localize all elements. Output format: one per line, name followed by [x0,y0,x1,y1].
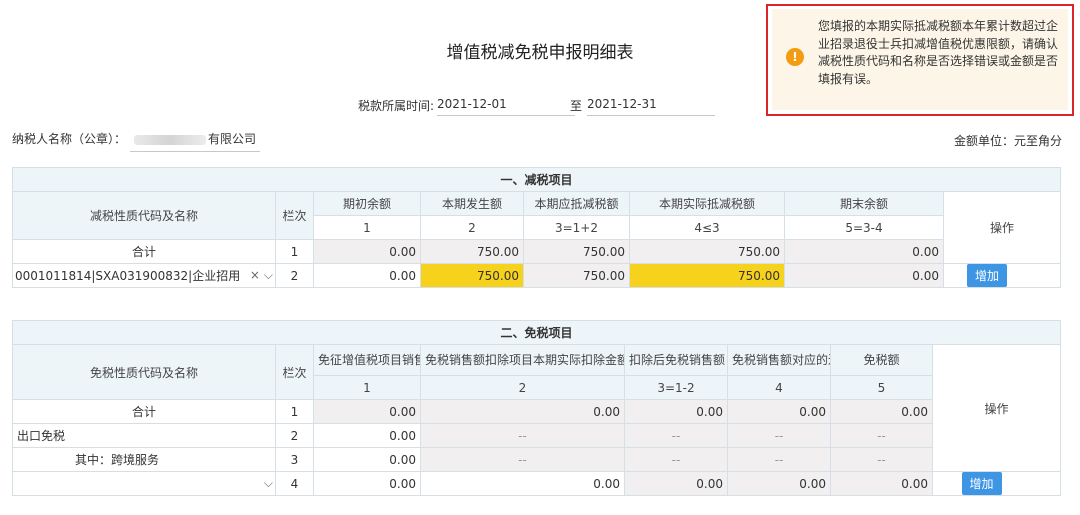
total-label: 合计 [12,239,276,264]
exemption-formula: 4 [727,375,831,400]
reduction-col-header: 本期应抵减税额 [523,191,630,216]
chevron-down-icon[interactable]: ⌵ [264,476,273,491]
line-number: 2 [275,263,314,288]
alert-message: 您填报的本期实际抵减税额本年累计数超过企业招录退役士兵扣减增值税优惠限额，请确认… [818,19,1059,86]
total-actual-deduction: 750.00 [629,239,785,264]
deductible-amount: 750.00 [523,263,630,288]
reduction-item-row: 0001011814|SXA031900832|企业招用 × ⌵ 2 0.00 7… [12,263,1062,288]
period-start-input[interactable]: 2021-12-01 [437,97,575,116]
exemption-formula: 1 [313,375,421,400]
exemption-value: 0.00 [727,471,831,496]
export-exemption-row: 出口免税 2 0.00 -- -- -- -- [12,423,1061,448]
reduction-op-header: 操作 [942,191,1062,264]
alert-body: ! 您填报的本期实际抵减税额本年累计数超过企业招录退役士兵扣减增值税优惠限额，请… [772,9,1068,110]
reduction-section-title: 一、减税项目 [11,167,1062,192]
chevron-down-icon[interactable]: ⌵ [264,268,273,282]
total-deductible: 750.00 [523,239,630,264]
exemption-value: 0.00 [420,399,625,424]
deduction-amount-input[interactable]: 0.00 [420,471,625,496]
period-label: 税款所属时间: [358,99,435,113]
exemption-value: -- [624,423,728,448]
taxpayer-label: 纳税人名称（公章）： [12,132,127,146]
reduction-formula: 4≤3 [629,215,785,240]
total-current-amount: 750.00 [420,239,524,264]
reduction-op-cell: 增加 [942,263,1062,288]
reduction-code-value: 0001011814|SXA031900832|企业招用 [15,269,241,283]
exemption-total-row: 合计 1 0.00 0.00 0.00 0.00 0.00 [12,399,1061,424]
exemption-sales-input[interactable]: 0.00 [313,471,421,496]
add-button[interactable]: 增加 [967,264,1008,287]
exemption-col-header: 免税销售额扣除项目本期实际扣除金额 [420,344,625,376]
exemption-op-cell: 增加 [931,471,1062,496]
exemption-col-header: 免税额 [830,344,933,376]
reduction-name-header: 减税性质代码及名称 [12,191,276,240]
cross-border-row: 其中：跨境服务 3 0.00 -- -- -- -- [12,447,1061,472]
reduction-line-header: 栏次 [275,191,314,240]
line-number: 2 [275,423,314,448]
exemption-formula: 2 [420,375,625,400]
exemption-value: 0.00 [830,471,933,496]
add-button[interactable]: 增加 [961,472,1002,495]
row-label: 其中：跨境服务 [12,447,276,472]
period-to-label: 至 [570,99,583,113]
amount-unit: 金额单位：元至角分 [953,134,1062,148]
closing-balance: 0.00 [784,263,944,288]
exemption-value: 0.00 [830,399,933,424]
exemption-value: -- [624,447,728,472]
exemption-input-row: ⌵ 4 0.00 0.00 0.00 0.00 0.00 增加 [12,471,1062,496]
line-number: 1 [275,399,314,424]
redacted-name [134,134,207,145]
current-amount-input[interactable]: 750.00 [420,263,524,288]
reduction-formula: 5=3-4 [784,215,944,240]
exemption-sales-input[interactable]: 0.00 [313,447,421,472]
exemption-value: -- [727,423,831,448]
exemption-line-header: 栏次 [275,344,314,400]
warning-icon: ! [786,48,804,66]
reduction-col-header: 期初余额 [313,191,421,216]
reduction-col-header: 本期实际抵减税额 [629,191,785,216]
exemption-col-header: 扣除后免税销售额 [624,344,728,376]
exemption-value: -- [420,423,625,448]
exemption-value: -- [727,447,831,472]
reduction-formula: 3=1+2 [523,215,630,240]
validation-alert: ! 您填报的本期实际抵减税额本年累计数超过企业招录退役士兵扣减增值税优惠限额，请… [766,4,1074,116]
exemption-name-header: 免税性质代码及名称 [12,344,276,400]
total-label: 合计 [12,399,276,424]
line-number: 4 [275,471,314,496]
exemption-value: -- [830,447,933,472]
exemption-section-title: 二、免税项目 [11,320,1062,345]
period-end-input[interactable]: 2021-12-31 [587,97,715,116]
actual-deduction-input[interactable]: 750.00 [629,263,785,288]
reduction-formula: 2 [420,215,524,240]
exemption-value: -- [830,423,933,448]
exemption-op-header: 操作 [931,344,1062,472]
exemption-formula: 5 [830,375,933,400]
taxpayer-name-field: 有限公司 [130,130,261,152]
taxpayer-name: 纳税人名称（公章）： 有限公司 [12,130,261,152]
reduction-col-header: 期末余额 [784,191,944,216]
reduction-total-row: 合计 1 0.00 750.00 750.00 750.00 0.00 [12,239,1061,264]
exemption-sales-input[interactable]: 0.00 [313,423,421,448]
exemption-code-select[interactable]: ⌵ [12,471,276,496]
reduction-table: 一、减税项目 减税性质代码及名称 栏次 期初余额 本期发生额 本期应抵减税额 本… [11,167,1062,288]
reduction-formula: 1 [313,215,421,240]
line-number: 3 [275,447,314,472]
exemption-col-header: 免税销售额对应的进项税额 [727,344,831,376]
exemption-value: 0.00 [624,399,728,424]
exemption-value: -- [420,447,625,472]
reduction-col-header: 本期发生额 [420,191,524,216]
exemption-table: 二、免税项目 免税性质代码及名称 栏次 免征增值税项目销售额 免税销售额扣除项目… [11,320,1062,496]
total-opening-balance: 0.00 [313,239,421,264]
total-closing-balance: 0.00 [784,239,944,264]
opening-balance-input[interactable]: 0.00 [313,263,421,288]
clear-icon[interactable]: × [250,268,260,282]
row-label: 出口免税 [12,423,276,448]
exemption-col-header: 免征增值税项目销售额 [313,344,421,376]
exemption-value: 0.00 [624,471,728,496]
exemption-value: 0.00 [313,399,421,424]
exemption-value: 0.00 [727,399,831,424]
line-number: 1 [275,239,314,264]
exemption-formula: 3=1-2 [624,375,728,400]
reduction-code-select[interactable]: 0001011814|SXA031900832|企业招用 × ⌵ [12,263,276,288]
